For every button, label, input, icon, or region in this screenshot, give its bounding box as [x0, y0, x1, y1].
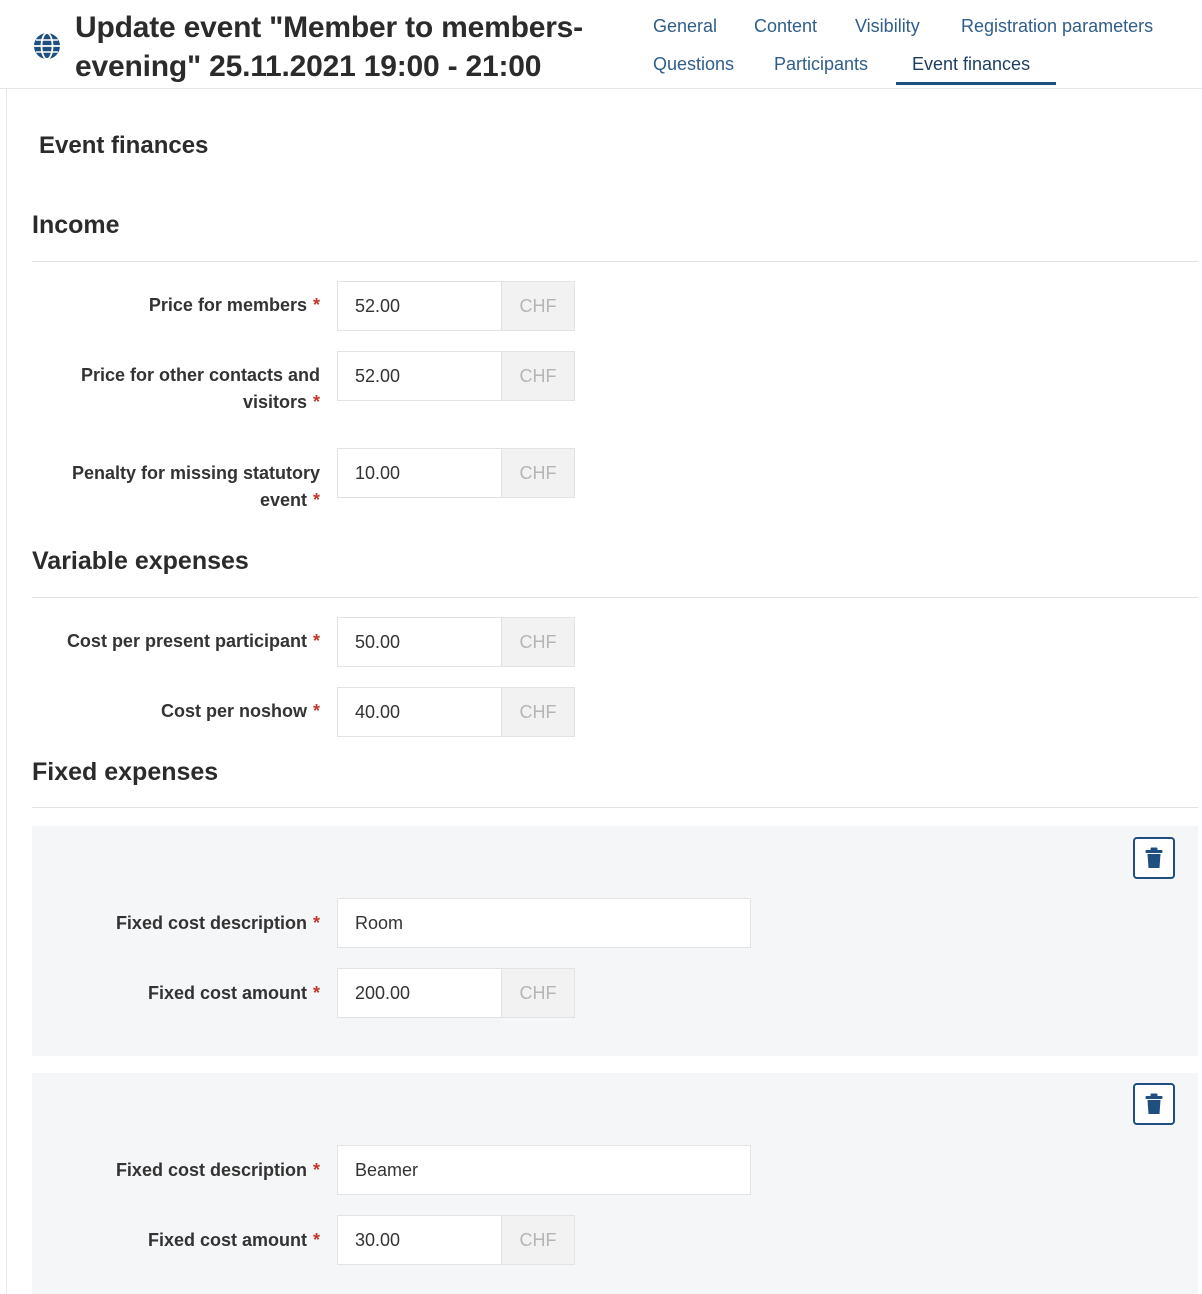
- divider: [32, 261, 1198, 262]
- tab-registration-parameters[interactable]: Registration parameters: [961, 15, 1153, 37]
- divider: [32, 807, 1198, 808]
- required-marker: *: [312, 631, 320, 651]
- cost-noshow-value[interactable]: 40.00: [338, 688, 502, 736]
- page-header: Update event "Member to members-evening"…: [0, 0, 1202, 89]
- currency-addon: CHF: [502, 449, 574, 497]
- delete-expense-button[interactable]: [1133, 837, 1175, 879]
- penalty-label: Penalty for missing statutory event *: [71, 463, 320, 510]
- trash-icon: [1145, 1093, 1163, 1114]
- fixed-cost-description-input[interactable]: Room: [337, 898, 751, 948]
- delete-expense-button[interactable]: [1133, 1083, 1175, 1125]
- fixed-cost-amount-value[interactable]: 200.00: [338, 969, 502, 1017]
- page-heading: Event finances: [39, 132, 209, 159]
- tab-visibility[interactable]: Visibility: [855, 15, 920, 37]
- cost-noshow-input[interactable]: 40.00 CHF: [337, 687, 575, 737]
- required-marker: *: [312, 490, 320, 510]
- required-marker: *: [312, 1230, 320, 1250]
- fixed-cost-amount-label: Fixed cost amount *: [147, 1230, 320, 1250]
- event-finances-page: Update event "Member to members-evening"…: [0, 0, 1202, 1294]
- cost-present-label: Cost per present participant *: [66, 631, 320, 651]
- tab-participants[interactable]: Participants: [774, 53, 868, 75]
- section-title-fixed-expenses: Fixed expenses: [32, 758, 219, 786]
- cost-present-input[interactable]: 50.00 CHF: [337, 617, 575, 667]
- fixed-cost-description-label: Fixed cost description *: [115, 1160, 320, 1180]
- section-title-variable-expenses: Variable expenses: [32, 547, 249, 575]
- required-marker: *: [312, 983, 320, 1003]
- penalty-input[interactable]: 10.00 CHF: [337, 448, 575, 498]
- tab-general[interactable]: General: [653, 15, 717, 37]
- fixed-cost-amount-label: Fixed cost amount *: [147, 983, 320, 1003]
- currency-addon: CHF: [502, 282, 574, 330]
- currency-addon: CHF: [502, 618, 574, 666]
- currency-addon: CHF: [502, 1216, 574, 1264]
- price-members-label: Price for members *: [148, 295, 320, 315]
- cost-present-value[interactable]: 50.00: [338, 618, 502, 666]
- fixed-cost-description-label: Fixed cost description *: [115, 913, 320, 933]
- currency-addon: CHF: [502, 969, 574, 1017]
- fixed-cost-description-input[interactable]: Beamer: [337, 1145, 751, 1195]
- penalty-value[interactable]: 10.00: [338, 449, 502, 497]
- trash-icon: [1145, 847, 1163, 868]
- tab-questions[interactable]: Questions: [653, 53, 734, 75]
- tab-event-finances[interactable]: Event finances: [912, 53, 1030, 75]
- price-others-label: Price for other contacts and visitors *: [80, 365, 320, 412]
- price-members-input[interactable]: 52.00 CHF: [337, 281, 575, 331]
- fixed-cost-amount-input[interactable]: 30.00 CHF: [337, 1215, 575, 1265]
- tab-content[interactable]: Content: [754, 15, 817, 37]
- required-marker: *: [312, 1160, 320, 1180]
- fixed-cost-amount-value[interactable]: 30.00: [338, 1216, 502, 1264]
- active-tab-indicator: [896, 82, 1056, 85]
- required-marker: *: [312, 913, 320, 933]
- required-marker: *: [312, 701, 320, 721]
- currency-addon: CHF: [502, 352, 574, 400]
- section-title-income: Income: [32, 211, 120, 239]
- fixed-cost-amount-input[interactable]: 200.00 CHF: [337, 968, 575, 1018]
- required-marker: *: [312, 392, 320, 412]
- page-title: Update event "Member to members-evening"…: [75, 11, 583, 83]
- price-others-input[interactable]: 52.00 CHF: [337, 351, 575, 401]
- required-marker: *: [312, 295, 320, 315]
- globe-icon: [34, 32, 60, 60]
- divider: [32, 597, 1198, 598]
- price-others-value[interactable]: 52.00: [338, 352, 502, 400]
- divider: [6, 88, 7, 1294]
- currency-addon: CHF: [502, 688, 574, 736]
- price-members-value[interactable]: 52.00: [338, 282, 502, 330]
- cost-noshow-label: Cost per noshow *: [160, 701, 320, 721]
